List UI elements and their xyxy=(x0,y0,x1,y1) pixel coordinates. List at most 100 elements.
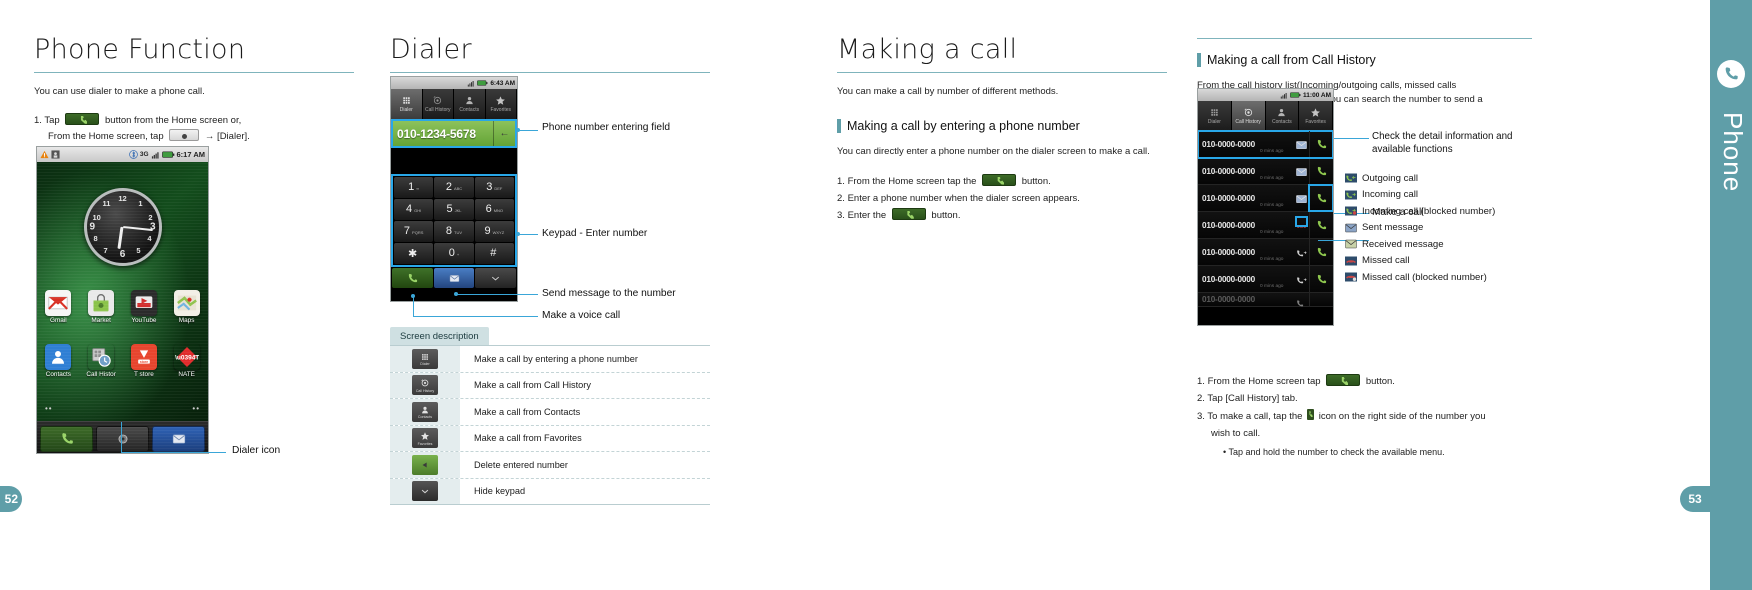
youtube-icon xyxy=(130,290,157,316)
apps-button-glyph xyxy=(169,129,200,142)
dialer-title-rule xyxy=(390,72,710,73)
tab-favorites[interactable]: Favorites xyxy=(486,89,517,119)
key-2[interactable]: 2 ABC xyxy=(434,177,474,198)
envelope-icon xyxy=(172,434,185,443)
subsection-heading-call-history: Making a call from Call History xyxy=(1197,53,1532,67)
outgoing-call-icon xyxy=(1296,244,1307,257)
key-star[interactable]: ✱ xyxy=(394,243,434,264)
callout-line-send-message xyxy=(456,294,538,295)
key-hash[interactable]: # xyxy=(474,243,514,264)
tab-call-history[interactable]: Call History xyxy=(1231,101,1266,131)
row-call-button[interactable] xyxy=(1309,239,1333,265)
dock-message-button[interactable] xyxy=(152,425,205,452)
call-button-glyph xyxy=(65,112,100,125)
tab-dialer[interactable]: Dialer xyxy=(1198,101,1232,131)
subsection-heading-label: Making a call from Call History xyxy=(1207,53,1376,67)
outgoing-call-icon xyxy=(1296,271,1307,284)
step-3-prefix: 3. To make a call, tap the xyxy=(1197,411,1303,423)
row-number: 010-0000-0000 xyxy=(1202,193,1255,203)
row-call-button[interactable] xyxy=(1309,131,1333,157)
column-making-a-call: Making a call You can make a call by num… xyxy=(837,0,1167,224)
row-timestamp: 0 mins ago xyxy=(1260,230,1284,235)
callout-voice-call-label: Make a voice call xyxy=(542,310,621,321)
callout-number-field-label: Phone number entering field xyxy=(542,122,670,133)
row-call-button[interactable] xyxy=(1309,266,1333,292)
key-9[interactable]: 9 WXYZ xyxy=(474,221,514,242)
backspace-icon[interactable]: ← xyxy=(493,121,515,146)
row-call-button[interactable] xyxy=(1309,293,1333,306)
tab-contacts[interactable]: Contacts xyxy=(454,89,486,119)
key-0[interactable]: 0 + xyxy=(434,243,474,264)
intro-text: You can use dialer to make a phone call. xyxy=(34,86,205,97)
tab-favorites[interactable]: Favorites xyxy=(1299,101,1333,131)
network-type-label: 3G xyxy=(139,151,149,158)
key-digit: 7 xyxy=(403,225,411,237)
key-1[interactable]: 1 ∞ xyxy=(394,177,434,198)
row-call-button[interactable] xyxy=(1308,184,1333,212)
key-4[interactable]: 4 GHI xyxy=(394,199,434,220)
callout-line-keypad xyxy=(518,234,538,235)
call-history-steps: 1. From the Home screen tap button. 2. T… xyxy=(1197,373,1517,457)
call-history-row[interactable]: 010-0000-0000 0 mins ago xyxy=(1198,266,1333,293)
key-digit: 5 xyxy=(446,203,453,215)
home-app-tstore[interactable]: store T store xyxy=(126,344,162,378)
hide-keypad-button[interactable] xyxy=(475,268,517,288)
home-app-nate[interactable]: N\u0394TE NATE xyxy=(169,344,205,378)
title-rule xyxy=(34,72,354,73)
screen-description-rows: Dialer Make a call by entering a phone n… xyxy=(390,345,710,505)
phone-handset-icon xyxy=(1317,247,1327,256)
home-app-contacts[interactable]: Contacts xyxy=(40,344,76,378)
tab-label: Contacts xyxy=(459,107,480,113)
call-history-row[interactable]: 010-0000-0000 0 mins ago xyxy=(1198,239,1333,266)
key-6[interactable]: 6 MNO xyxy=(474,199,514,220)
row-timestamp: 0 mins ago xyxy=(1260,176,1284,181)
dock-dialer-button[interactable] xyxy=(40,425,93,452)
home-app-gmail[interactable]: Gmail xyxy=(40,290,76,324)
tab-dialer[interactable]: Dialer xyxy=(391,89,423,119)
key-sub: JKL xyxy=(454,208,462,213)
page-title: Phone Function xyxy=(34,34,246,65)
row-call-button[interactable] xyxy=(1309,158,1333,184)
clock-widget[interactable]: 12 1 2 3 4 5 6 7 8 9 10 11 xyxy=(83,188,162,266)
column-dialer: Dialer 6:43 AM Dialer Call History Conta… xyxy=(390,0,710,505)
phone-number-field[interactable]: 010-1234-5678 ← xyxy=(391,119,517,148)
call-history-row[interactable]: 010-0000-0000 0 mins ago xyxy=(1198,130,1333,159)
row-icon-cell xyxy=(390,452,460,478)
screen-description-header: Screen description xyxy=(390,327,489,345)
clock-minute-hand xyxy=(122,226,153,232)
key-7[interactable]: 7 PQRS xyxy=(394,221,434,242)
legend-item: Received message xyxy=(1345,236,1545,253)
row-timestamp: 0 mins ago xyxy=(1260,284,1284,289)
send-message-button[interactable] xyxy=(433,268,475,288)
dock-apps-button[interactable] xyxy=(96,425,149,452)
clock-num-6: 6 xyxy=(119,249,126,260)
home-app-label: YouTube xyxy=(131,317,157,324)
voice-call-button[interactable] xyxy=(392,268,433,288)
home-app-label: Market xyxy=(91,317,111,324)
call-history-row[interactable]: 010-0000-0000 xyxy=(1198,293,1333,307)
call-history-row[interactable]: 010-0000-0000 0 mins ago xyxy=(1198,158,1333,185)
step-1-line-2: From the Home screen, tap → [Dialer]. xyxy=(34,129,354,146)
clock-num-8: 8 xyxy=(93,234,98,243)
home-app-maps[interactable]: Maps xyxy=(169,290,205,324)
star-icon xyxy=(1311,108,1321,117)
key-3[interactable]: 3 DEF xyxy=(474,177,514,198)
chevron-down-icon xyxy=(412,481,438,502)
making-call-intro: You can make a call by number of differe… xyxy=(837,86,1059,97)
heading-accent-bar xyxy=(837,118,841,133)
tab-contacts[interactable]: Contacts xyxy=(1266,101,1300,131)
heading-accent-bar xyxy=(1197,53,1201,67)
outgoing-call-icon xyxy=(1345,173,1357,184)
call-history-row[interactable]: 010-0000-0000 0 mins ago xyxy=(1198,212,1333,239)
legend-item: Sent message xyxy=(1345,220,1545,237)
enter-number-body: You can directly enter a phone number on… xyxy=(837,145,1150,157)
key-5[interactable]: 5 JKL xyxy=(434,199,474,220)
call-history-row[interactable]: 010-0000-0000 0 mins ago xyxy=(1198,184,1333,212)
key-8[interactable]: 8 TUV xyxy=(434,221,474,242)
home-app-call-history[interactable]: Call Histor xyxy=(83,344,119,378)
home-app-market[interactable]: Market xyxy=(83,290,119,324)
row-call-button[interactable] xyxy=(1309,212,1333,238)
home-app-youtube[interactable]: YouTube xyxy=(126,290,162,324)
sent-message-icon xyxy=(1296,163,1307,176)
tab-call-history[interactable]: Call History xyxy=(423,89,454,119)
